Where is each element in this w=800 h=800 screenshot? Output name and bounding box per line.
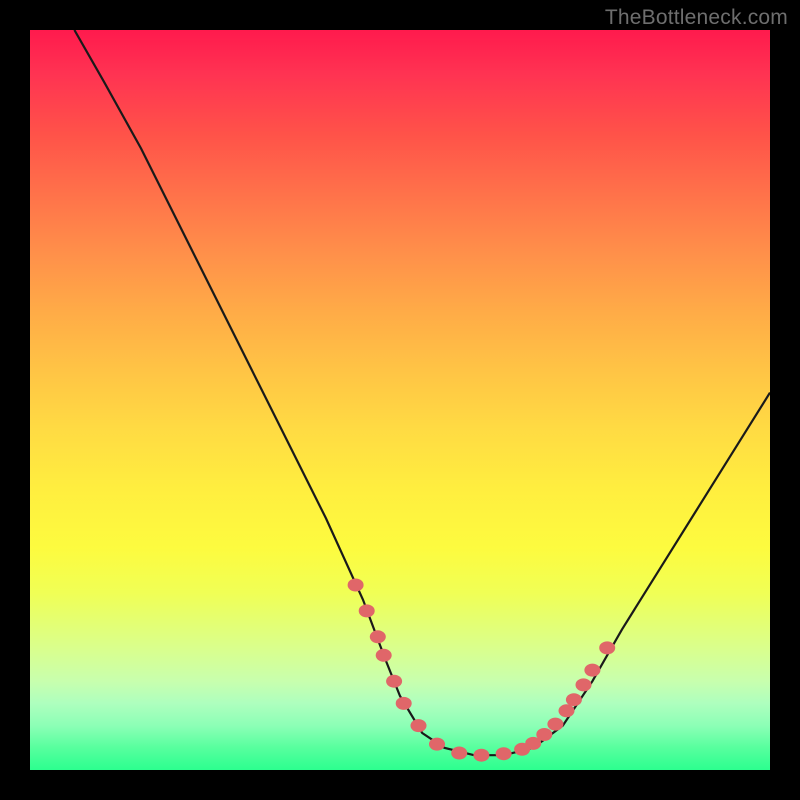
- curve-marker: [559, 704, 575, 717]
- curve-marker: [473, 749, 489, 762]
- curve-marker: [359, 604, 375, 617]
- curve-marker: [599, 641, 615, 654]
- curve-marker: [396, 697, 412, 710]
- curve-marker: [451, 747, 467, 760]
- curve-marker: [348, 579, 364, 592]
- plot-area: [30, 30, 770, 770]
- curve-marker: [584, 664, 600, 677]
- chart-frame: TheBottleneck.com: [0, 0, 800, 800]
- curve-marker: [411, 719, 427, 732]
- watermark-text: TheBottleneck.com: [605, 6, 788, 30]
- curve-marker: [386, 675, 402, 688]
- curve-marker: [370, 630, 386, 643]
- curve-marker: [429, 738, 445, 751]
- bottleneck-curve-svg: [30, 30, 770, 770]
- bottleneck-curve: [74, 30, 770, 755]
- curve-marker: [566, 693, 582, 706]
- curve-marker: [376, 649, 392, 662]
- curve-marker: [536, 728, 552, 741]
- curve-marker: [576, 678, 592, 691]
- marker-group: [348, 579, 616, 762]
- curve-marker: [547, 718, 563, 731]
- curve-marker: [496, 747, 512, 760]
